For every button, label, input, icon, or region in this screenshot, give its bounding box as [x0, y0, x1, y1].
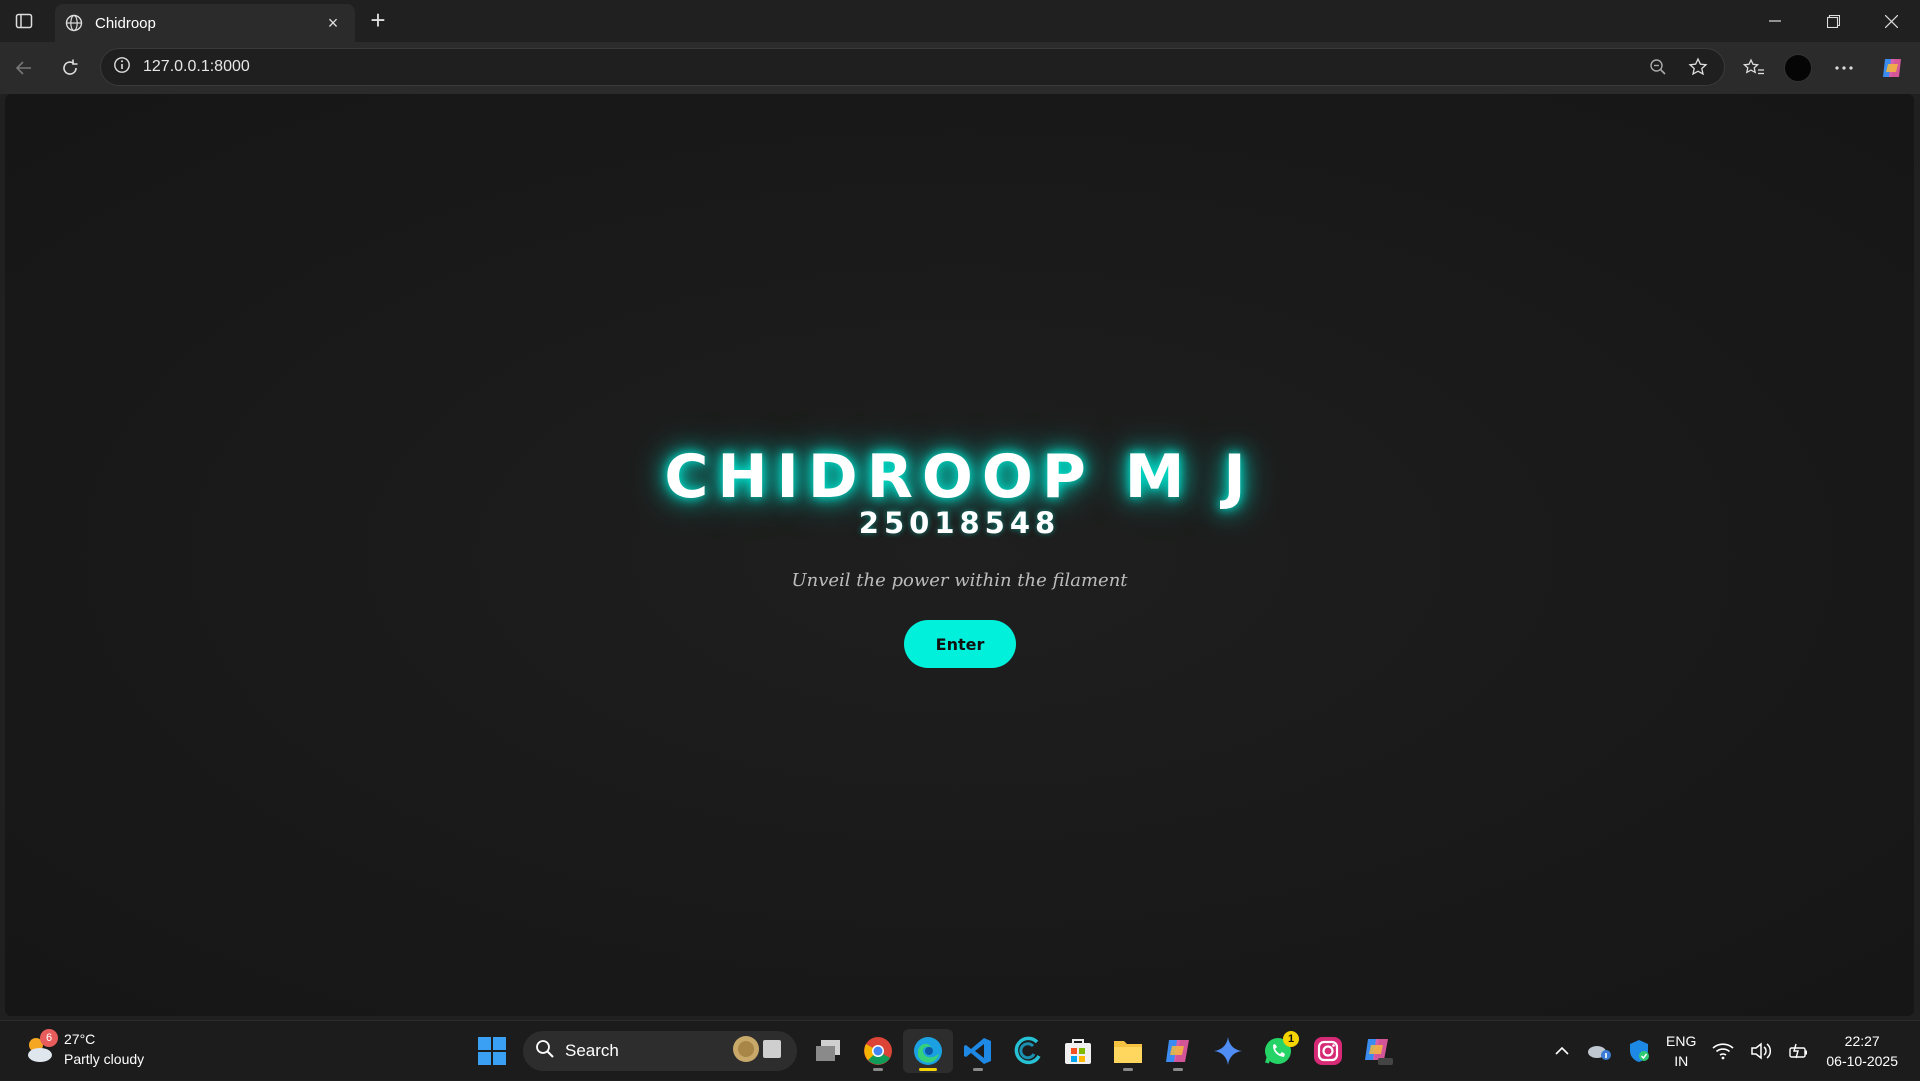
- language-primary: ENG: [1666, 1033, 1697, 1049]
- copilot-icon[interactable]: [1876, 52, 1908, 84]
- weather-temperature: 27°C: [64, 1031, 96, 1047]
- browser-tab[interactable]: Chidroop ×: [55, 4, 355, 42]
- clock-date: 06-10-2025: [1826, 1053, 1898, 1069]
- clock-time: 22:27: [1844, 1033, 1880, 1049]
- search-highlight-icon: [731, 1034, 785, 1069]
- tab-title: Chidroop: [95, 14, 156, 32]
- weather-widget[interactable]: 6 27°C Partly cloudy: [22, 1029, 144, 1069]
- gemini-icon[interactable]: [1203, 1029, 1253, 1073]
- minimize-button[interactable]: [1746, 0, 1804, 42]
- more-options-icon[interactable]: [1828, 52, 1860, 84]
- reload-icon[interactable]: [54, 52, 86, 84]
- title-bar: Chidroop × +: [0, 0, 1920, 42]
- app-swirl-icon[interactable]: [1003, 1029, 1053, 1073]
- volume-icon[interactable]: [1742, 1021, 1780, 1081]
- page-viewport: CHIDROOP M J 25018548 Unveil the power w…: [5, 94, 1914, 1016]
- profile-avatar[interactable]: [1782, 52, 1814, 84]
- browser-toolbar: 127.0.0.1:8000: [0, 42, 1920, 94]
- weather-badge: 6: [40, 1029, 58, 1047]
- restore-button[interactable]: [1804, 0, 1862, 42]
- site-info-icon[interactable]: [113, 56, 131, 79]
- zoom-out-icon[interactable]: [1644, 53, 1672, 81]
- instagram-icon[interactable]: [1303, 1029, 1353, 1073]
- globe-icon: [65, 14, 83, 32]
- clock[interactable]: 22:27 06-10-2025: [1818, 1021, 1920, 1081]
- weather-cloud-icon: 6: [22, 1029, 58, 1067]
- tab-close-icon[interactable]: ×: [321, 13, 345, 34]
- task-view-icon[interactable]: [803, 1029, 853, 1073]
- url-text[interactable]: 127.0.0.1:8000: [143, 58, 1632, 76]
- chevron-up-icon[interactable]: [1546, 1021, 1578, 1081]
- system-tray: ENG IN 22:27 06-10-2025: [1546, 1021, 1920, 1081]
- new-tab-button[interactable]: +: [364, 7, 392, 35]
- window-controls: [1746, 0, 1920, 42]
- edge-icon[interactable]: [903, 1029, 953, 1073]
- whatsapp-badge: 1: [1283, 1031, 1299, 1047]
- taskbar-search[interactable]: Search: [523, 1031, 797, 1071]
- taskbar: 6 27°C Partly cloudy Search 1 ENG IN 22:…: [0, 1020, 1920, 1080]
- hero-tagline: Unveil the power within the filament: [791, 570, 1128, 591]
- favorite-star-icon[interactable]: [1684, 53, 1712, 81]
- address-bar[interactable]: 127.0.0.1:8000: [100, 48, 1725, 86]
- start-button[interactable]: [467, 1029, 517, 1073]
- back-icon[interactable]: [8, 52, 40, 84]
- taskbar-apps: Search 1: [467, 1029, 1403, 1073]
- vscode-icon[interactable]: [953, 1029, 1003, 1073]
- favorites-icon[interactable]: [1738, 52, 1770, 84]
- file-explorer-icon[interactable]: [1103, 1029, 1153, 1073]
- m365-copilot-icon[interactable]: [1353, 1029, 1403, 1073]
- enter-button[interactable]: Enter: [904, 620, 1016, 668]
- language-secondary: IN: [1674, 1053, 1689, 1069]
- search-label: Search: [565, 1041, 619, 1060]
- copilot-taskbar-icon[interactable]: [1153, 1029, 1203, 1073]
- security-shield-icon[interactable]: [1620, 1021, 1658, 1081]
- whatsapp-icon[interactable]: 1: [1253, 1029, 1303, 1073]
- sidebar-toggle-icon[interactable]: [12, 9, 36, 33]
- hero-id: 25018548: [858, 506, 1061, 540]
- chrome-icon[interactable]: [853, 1029, 903, 1073]
- battery-icon[interactable]: [1780, 1021, 1818, 1081]
- search-icon: [535, 1039, 555, 1064]
- hero-title: CHIDROOP M J: [664, 442, 1255, 512]
- onedrive-icon[interactable]: [1578, 1021, 1620, 1081]
- hero-section: CHIDROOP M J 25018548 Unveil the power w…: [5, 94, 1914, 1016]
- microsoft-store-icon[interactable]: [1053, 1029, 1103, 1073]
- close-window-button[interactable]: [1862, 0, 1920, 42]
- wifi-icon[interactable]: [1704, 1021, 1742, 1081]
- weather-condition: Partly cloudy: [64, 1051, 145, 1067]
- language-indicator[interactable]: ENG IN: [1658, 1021, 1704, 1081]
